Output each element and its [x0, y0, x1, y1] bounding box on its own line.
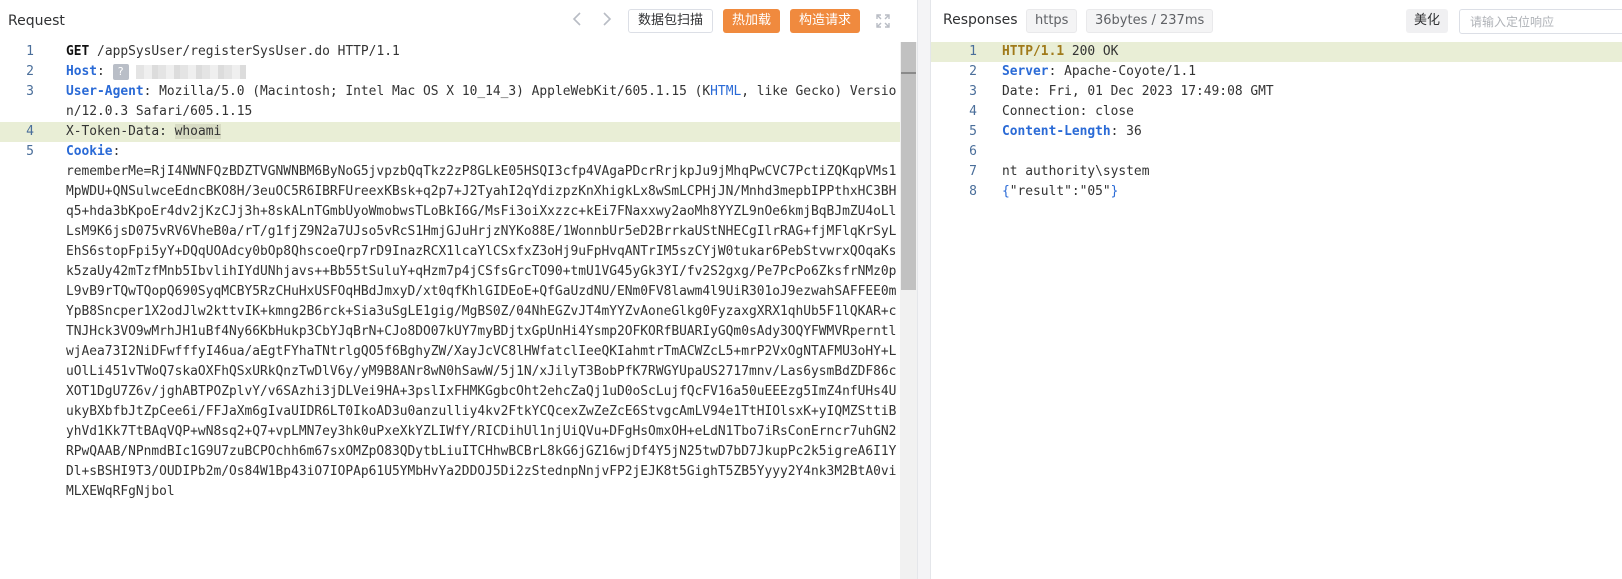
- request-line-3: 3 User-Agent: Mozilla/5.0 (Macintosh; In…: [0, 82, 917, 122]
- json-body: "result":"05": [1009, 184, 1111, 199]
- response-line-5: 5 Content-Length: 36: [931, 122, 1622, 142]
- chevron-left-icon[interactable]: [568, 9, 586, 33]
- response-line-3: 3 Date: Fri, 01 Dec 2023 17:49:08 GMT: [931, 82, 1622, 102]
- header-separator: :: [112, 144, 129, 159]
- response-panel: Responses https 36bytes / 237ms 美化 1 HTT…: [931, 0, 1622, 579]
- header-key-content-length: Content-Length: [1002, 124, 1111, 139]
- header-date: Date: Fri, 01 Dec 2023 17:49:08 GMT: [1002, 84, 1274, 99]
- request-title: Request: [8, 13, 65, 29]
- request-toolbar: 数据包扫描 热加载 构造请求: [568, 9, 894, 33]
- request-line-1: 1 GET /appSysUser/registerSysUser.do HTT…: [0, 42, 917, 62]
- line-number: 5: [26, 144, 34, 159]
- locate-response-input[interactable]: [1459, 9, 1622, 34]
- line-number: 2: [969, 64, 977, 79]
- header-value-server: : Apache-Coyote/1.1: [1048, 64, 1197, 79]
- request-line-5: 5 Cookie: rememberMe=RjI4NWNFQzBDZTVGNWN…: [0, 142, 917, 502]
- hot-load-button[interactable]: 热加载: [723, 9, 781, 33]
- header-separator: :: [97, 64, 113, 79]
- response-line-2: 2 Server: Apache-Coyote/1.1: [931, 62, 1622, 82]
- header-value-selected: whoami: [174, 124, 222, 139]
- line-number: 3: [26, 84, 34, 99]
- line-number: 1: [969, 44, 977, 59]
- build-request-button[interactable]: 构造请求: [790, 9, 861, 33]
- chevron-right-icon[interactable]: [598, 9, 616, 33]
- json-open-brace: {: [1002, 184, 1010, 199]
- response-editor[interactable]: 1 HTTP/1.1 200 OK 2 Server: Apache-Coyot…: [931, 42, 1622, 202]
- cookie-value: rememberMe=RjI4NWNFQzBDZTVGNWNBM6ByNoG5j…: [66, 164, 897, 499]
- header-key-host: Host: [66, 64, 98, 79]
- header-value-content-length: : 36: [1110, 124, 1142, 139]
- request-target: /appSysUser/registerSysUser.do HTTP/1.1: [89, 44, 400, 59]
- expand-icon[interactable]: [872, 9, 894, 33]
- response-header: Responses https 36bytes / 237ms 美化: [931, 0, 1622, 42]
- json-close-brace: }: [1110, 184, 1119, 199]
- header-key-cookie: Cookie: [66, 144, 113, 159]
- unknown-value-badge: ?: [112, 63, 129, 80]
- redacted-host-value: [136, 64, 247, 79]
- request-editor[interactable]: 1 GET /appSysUser/registerSysUser.do HTT…: [0, 42, 917, 579]
- panel-divider[interactable]: [917, 0, 931, 579]
- response-stats-chip: 36bytes / 237ms: [1086, 9, 1214, 33]
- line-number: 4: [26, 124, 34, 139]
- packet-scan-button[interactable]: 数据包扫描: [628, 9, 714, 33]
- user-agent-value-part-1: Mozilla/5.0 (Macintosh; Intel Mac OS X 1…: [159, 84, 711, 99]
- response-line-7: 7 nt authority\system: [931, 162, 1622, 182]
- line-number: 7: [969, 164, 977, 179]
- header-key-user-agent: User-Agent: [66, 84, 144, 99]
- user-agent-value-part-2: HTML: [710, 84, 742, 99]
- line-number: 5: [969, 124, 977, 139]
- line-number: 2: [26, 64, 34, 79]
- request-scrollbar[interactable]: [900, 42, 917, 579]
- header-separator: :: [143, 84, 160, 99]
- http-version: HTTP/1.1: [1002, 44, 1065, 59]
- header-connection: Connection: close: [1002, 104, 1134, 119]
- request-line-2: 2 Host: ?: [0, 62, 917, 82]
- command-output: nt authority\system: [1002, 164, 1150, 179]
- line-number: 6: [969, 144, 977, 159]
- http-method: GET: [66, 44, 90, 59]
- protocol-chip: https: [1026, 9, 1078, 33]
- line-number: 4: [969, 104, 977, 119]
- line-number: 8: [969, 184, 977, 199]
- scrollbar-marker: [901, 72, 916, 74]
- line-number: 3: [969, 84, 977, 99]
- header-key-server: Server: [1002, 64, 1049, 79]
- response-line-8: 8 {"result":"05"}: [931, 182, 1622, 202]
- beautify-button[interactable]: 美化: [1406, 9, 1449, 33]
- request-panel: Request 数据包扫描 热加载 构造请求 1 GET /appSysUser…: [0, 0, 917, 579]
- request-scrollbar-thumb[interactable]: [901, 42, 916, 290]
- response-line-4: 4 Connection: close: [931, 102, 1622, 122]
- response-line-6: 6: [931, 142, 1622, 162]
- request-line-4: 4 X-Token-Data: whoami: [0, 122, 917, 142]
- line-number: 1: [26, 44, 34, 59]
- header-key-x-token-data: X-Token-Data:: [66, 124, 175, 139]
- response-title: Responses: [943, 12, 1018, 28]
- status-code: 200 OK: [1064, 44, 1119, 59]
- response-line-1: 1 HTTP/1.1 200 OK: [931, 42, 1622, 62]
